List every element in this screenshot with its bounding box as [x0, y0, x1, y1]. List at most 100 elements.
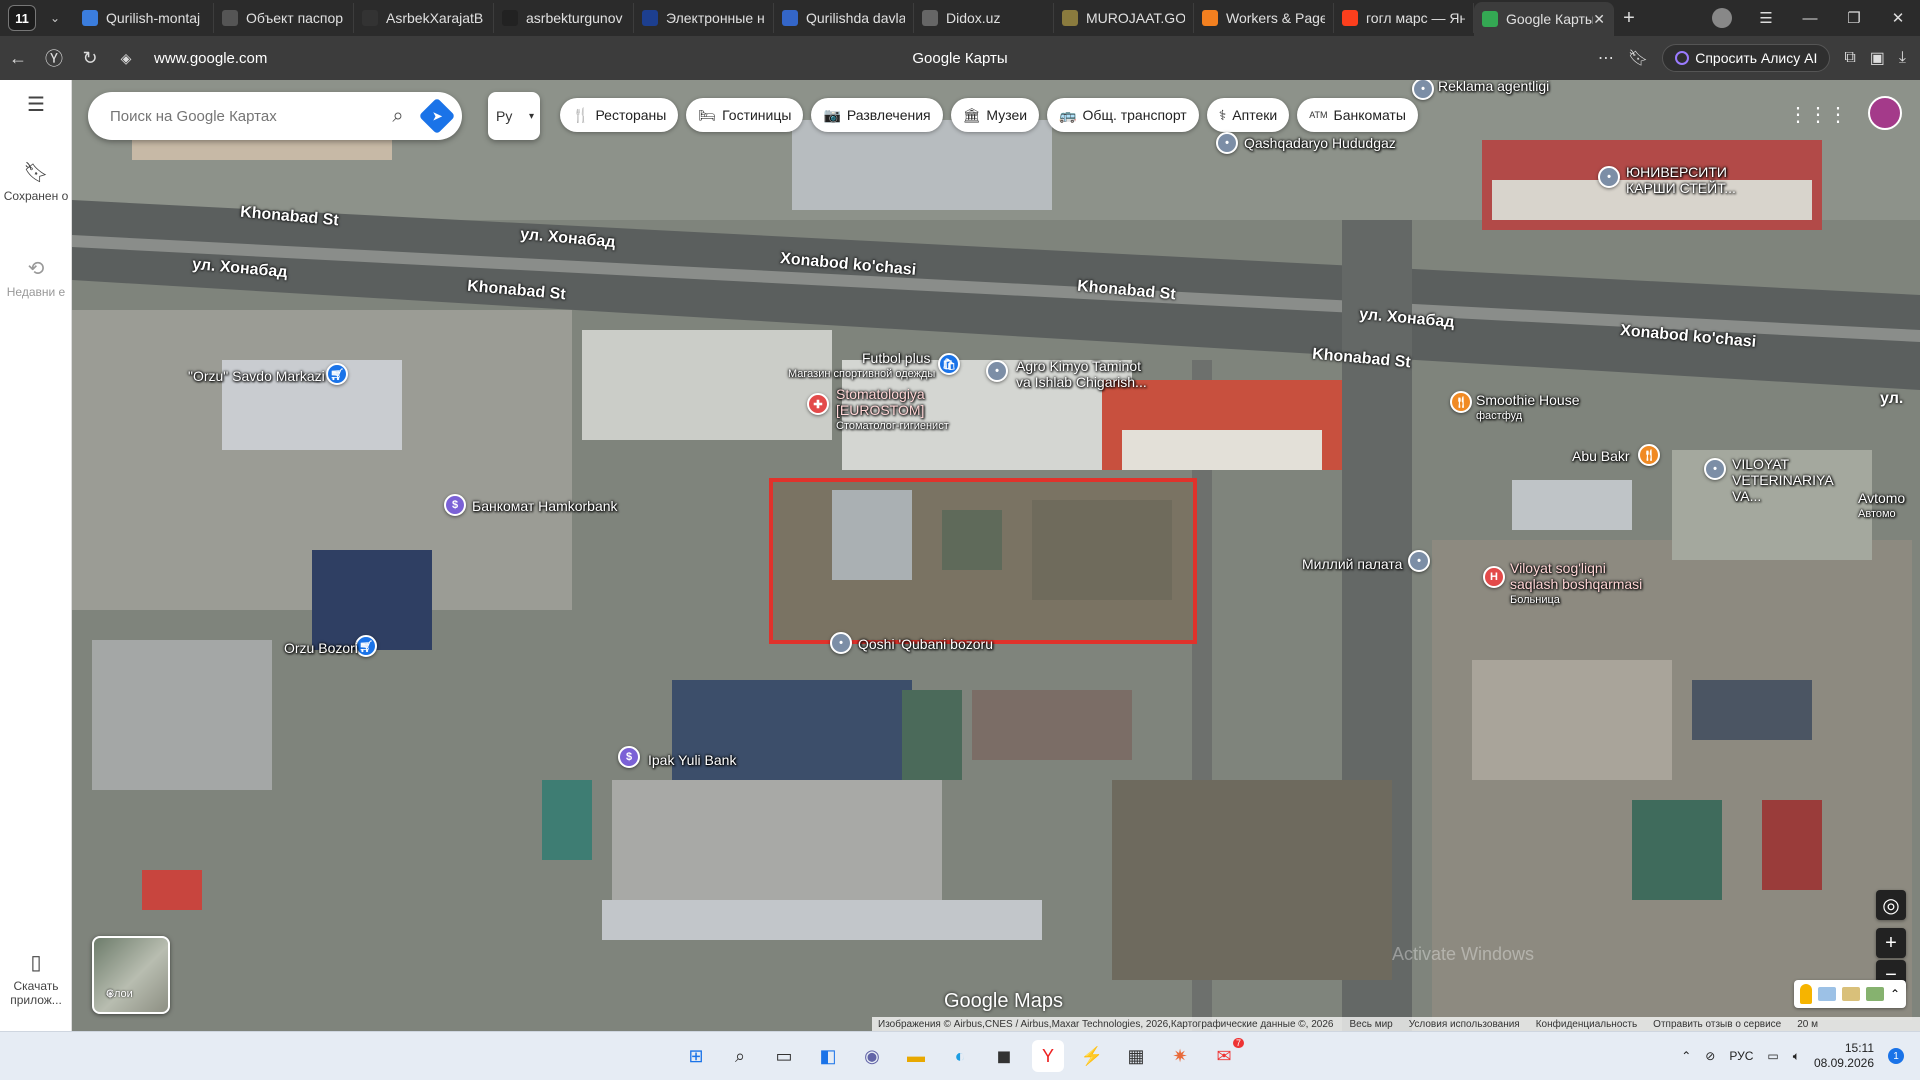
yandex-icon[interactable]: Ⓨ [36, 45, 72, 71]
saved-button[interactable]: 🔖︎ Сохранен о [0, 160, 72, 203]
close-window-button[interactable]: ✕ [1876, 9, 1920, 27]
messenger-icon[interactable]: ✉ 7 [1208, 1038, 1244, 1072]
new-tab-button[interactable]: + [1614, 7, 1644, 30]
file-explorer-icon[interactable]: ▬ [900, 1040, 932, 1072]
profile-icon[interactable] [1712, 8, 1732, 28]
menu-icon[interactable]: ☰ [1744, 9, 1788, 27]
zoom-in-button[interactable]: + [1876, 928, 1906, 958]
chip-bus[interactable]: 🚌 Общ. транспорт [1047, 98, 1199, 132]
place-pin[interactable]: • [1216, 132, 1238, 154]
back-button[interactable]: ← [0, 48, 36, 69]
place-label[interactable]: Банкомат Hamkorbank [472, 498, 618, 514]
close-tab-icon[interactable]: ✕ [1593, 11, 1605, 28]
notes-app-icon[interactable]: ⚡ [1076, 1040, 1108, 1072]
tab-counter[interactable]: 11 [8, 5, 36, 31]
place-pin[interactable]: • [1408, 550, 1430, 572]
tray-expand-icon[interactable]: ⌃ [1681, 1049, 1691, 1063]
volume-icon[interactable]: 🔈︎ [1793, 1049, 1800, 1064]
tooth-icon[interactable]: ✚ [807, 393, 829, 415]
place-label[interactable]: Qashqadaryo Hududgaz [1244, 135, 1396, 151]
attribution-item[interactable]: Условия использования [1409, 1019, 1520, 1030]
place-pin[interactable]: • [986, 360, 1008, 382]
chip-museum[interactable]: 🏛 Музеи [950, 98, 1040, 132]
imagery-thumb[interactable] [1817, 987, 1836, 1001]
bank-icon[interactable]: $ [444, 494, 466, 516]
store-icon[interactable]: ◼ [988, 1040, 1020, 1072]
download-app-button[interactable]: ▯ Скачать прилож... [0, 950, 72, 1007]
imagery-thumb[interactable] [1865, 987, 1884, 1001]
place-pin[interactable]: • [830, 632, 852, 654]
language-select[interactable]: Ру ▾ [488, 92, 540, 140]
browser-tab[interactable]: Workers & Page [1194, 3, 1334, 33]
browser-tab[interactable]: Qurilishda davla [774, 3, 914, 33]
search-input[interactable] [110, 107, 380, 125]
notification-badge[interactable]: 1 [1888, 1048, 1904, 1064]
browser-tab[interactable]: Qurilish-montaj [74, 3, 214, 33]
display-icon[interactable]: ▭ [1767, 1049, 1778, 1063]
place-label[interactable]: Reklama agentligi [1438, 80, 1549, 94]
shopping-bag-icon[interactable]: 🛍︎ [938, 353, 960, 375]
browser-tab[interactable]: гогл марс — Ян [1334, 3, 1474, 33]
edge-icon[interactable]: ◐ [944, 1040, 976, 1072]
downloads-folder-icon[interactable]: ▣ [1870, 48, 1885, 68]
url-text[interactable]: www.google.com [154, 50, 267, 67]
shopping-cart-icon[interactable]: 🛒︎ [355, 635, 377, 657]
chip-atm[interactable]: ATM Банкоматы [1297, 98, 1418, 132]
browser-tab[interactable]: Объект паспор [214, 3, 354, 33]
attribution-item[interactable]: Весь мир [1349, 1019, 1392, 1030]
input-language[interactable]: РУС [1729, 1049, 1753, 1063]
place-label[interactable]: Smoothie House фастфуд [1476, 392, 1580, 424]
search-icon[interactable]: ⌕ [380, 105, 416, 128]
place-label[interactable]: Viloyat sog'liqni saqlash boshqarmasi Бо… [1510, 560, 1650, 608]
chat-icon[interactable]: ◉ [856, 1040, 888, 1072]
download-icon[interactable]: ⤓ [1899, 49, 1906, 67]
browser-tab[interactable]: AsrbekXarajatB [354, 3, 494, 33]
chip-pharmacy[interactable]: ⚕ Аптеки [1206, 98, 1290, 132]
browser-tab[interactable]: asrbekturgunov [494, 3, 634, 33]
clock[interactable]: 15:11 08.09.2026 [1814, 1041, 1874, 1071]
bookmark-icon[interactable]: 🔖︎ [1628, 48, 1648, 68]
chip-camera[interactable]: 📷 Развлечения [811, 98, 943, 132]
attribution-item[interactable]: 20 м [1797, 1019, 1818, 1030]
map-canvas[interactable]: ⌕ ➤ Ру ▾ 🍴 Рестораны 🛏 Гостиницы 📷 Развлечени… [72, 80, 1920, 1031]
layers-button[interactable]: ◈ Слои [92, 936, 170, 1014]
attribution-item[interactable]: Отправить отзыв о сервисе [1653, 1019, 1781, 1030]
chip-fork-knife[interactable]: 🍴 Рестораны [560, 98, 679, 132]
restaurant-icon[interactable]: 🍴︎ [1638, 444, 1660, 466]
calculator-icon[interactable]: ▦ [1120, 1040, 1152, 1072]
windows-start-icon[interactable]: ⊞ [680, 1040, 712, 1072]
place-label[interactable]: ЮНИВЕРСИТИ КАРШИ СТЕЙТ... [1626, 164, 1756, 196]
place-label[interactable]: VILOYAT VETERINARIYA VA... [1732, 456, 1852, 504]
place-label[interactable]: Orzu Bozori [284, 640, 358, 656]
attribution-item[interactable]: Конфиденциальность [1536, 1019, 1637, 1030]
network-off-icon[interactable]: ⊘ [1705, 1049, 1715, 1063]
browser-tab[interactable]: Электронные н [634, 3, 774, 33]
browser-tab[interactable]: Didox.uz [914, 3, 1054, 33]
place-label[interactable]: Stomatologiya [EUROSTOM] Стоматолог-гиги… [836, 386, 949, 434]
minimize-button[interactable]: — [1788, 10, 1832, 27]
place-label[interactable]: Avtomo Автомо [1858, 490, 1905, 522]
place-label[interactable]: Миллий палата [1302, 556, 1402, 572]
place-label[interactable]: "Orzu" Savdo Markazi [188, 368, 325, 384]
restore-button[interactable]: ❐ [1832, 9, 1876, 27]
chip-bed[interactable]: 🛏 Гостиницы [686, 98, 804, 132]
place-label[interactable]: Futbol plus Магазин спортивной одежды [788, 350, 935, 382]
app-icon[interactable]: ✷ [1164, 1040, 1196, 1072]
place-pin[interactable]: • [1598, 166, 1620, 188]
place-pin[interactable]: • [1704, 458, 1726, 480]
pegman-icon[interactable] [1799, 984, 1812, 1004]
menu-button[interactable]: ☰ [0, 92, 72, 121]
yandex-browser-icon[interactable]: Y [1032, 1040, 1064, 1072]
widgets-icon[interactable]: ◧ [812, 1040, 844, 1072]
place-label[interactable]: Abu Bakr [1572, 448, 1630, 464]
place-label[interactable]: Ipak Yuli Bank [648, 752, 736, 768]
apps-grid-icon[interactable]: ⋮⋮⋮ [1788, 102, 1848, 127]
expand-icon[interactable]: ⌃ [1890, 987, 1900, 1001]
place-label[interactable]: Qoshi 'Qubani bozoru [858, 636, 993, 652]
shield-icon[interactable]: ◈ [108, 50, 144, 67]
collections-icon[interactable]: ⧉ [1844, 49, 1855, 67]
browser-tab[interactable]: Google Карты ✕ [1474, 2, 1614, 36]
hospital-icon[interactable]: H [1483, 566, 1505, 588]
directions-icon[interactable]: ➤ [418, 97, 456, 135]
alice-button[interactable]: Спросить Алису AI [1662, 44, 1831, 72]
